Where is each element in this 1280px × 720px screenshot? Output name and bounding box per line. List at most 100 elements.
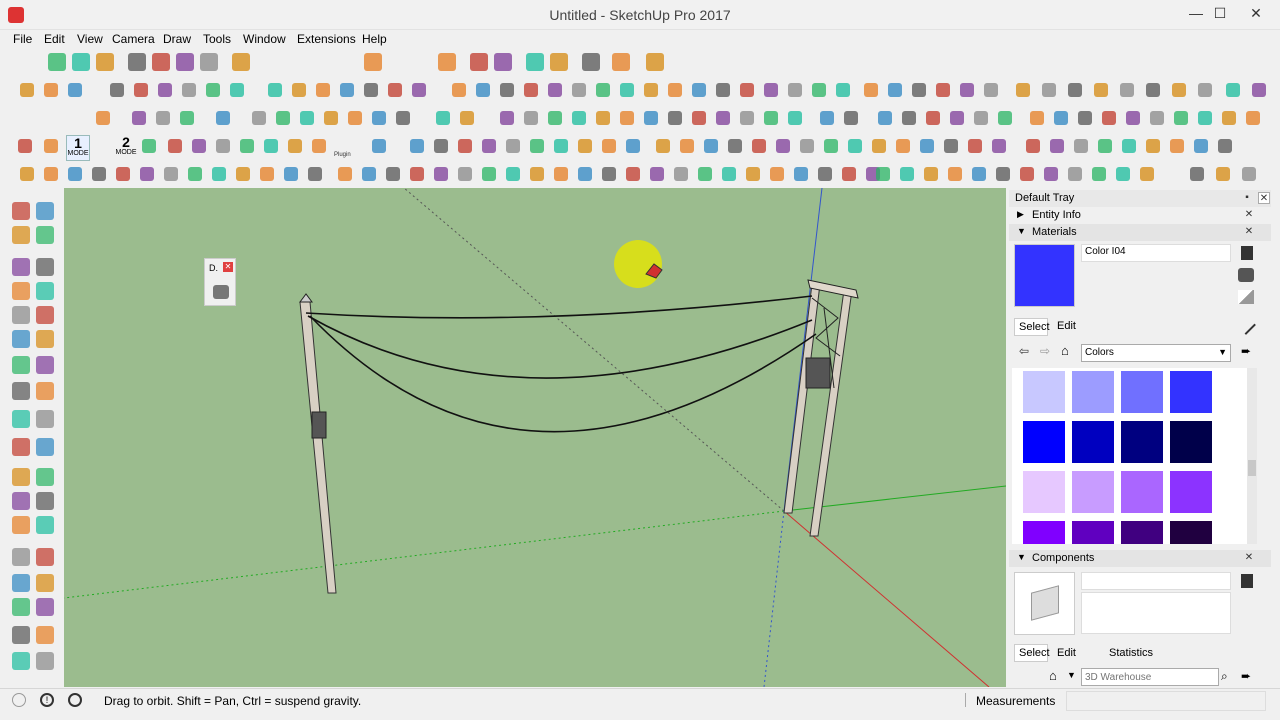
tool-palette-icon[interactable] [36, 226, 54, 244]
tool-button-icon[interactable] [364, 83, 378, 97]
tool-button-icon[interactable] [276, 111, 290, 125]
tool-button-icon[interactable] [96, 111, 110, 125]
tool-button-icon[interactable] [1078, 111, 1092, 125]
menu-extensions[interactable]: Extensions [297, 32, 356, 46]
tool-button-icon[interactable] [582, 53, 600, 71]
components-statistics-tab[interactable]: Statistics [1109, 647, 1153, 659]
tool-button-icon[interactable] [530, 167, 544, 181]
tool-button-icon[interactable] [1020, 167, 1034, 181]
color-swatch[interactable] [1071, 520, 1115, 544]
tool-button-icon[interactable] [1194, 139, 1208, 153]
tool-button-icon[interactable] [788, 111, 802, 125]
tool-button-icon[interactable] [788, 83, 802, 97]
forward-arrow-icon[interactable]: ⇨ [1040, 344, 1050, 358]
tool-button-icon[interactable] [116, 167, 130, 181]
tool-button-icon[interactable] [944, 139, 958, 153]
color-swatch[interactable] [1071, 420, 1115, 464]
tool-button-icon[interactable] [68, 83, 82, 97]
tool-palette-icon[interactable] [36, 574, 54, 592]
tool-button-icon[interactable] [656, 139, 670, 153]
tool-button-icon[interactable] [524, 111, 538, 125]
tool-button-icon[interactable] [644, 83, 658, 97]
tool-button-icon[interactable] [974, 111, 988, 125]
tool-button-icon[interactable] [530, 139, 544, 153]
tool-button-icon[interactable] [1146, 83, 1160, 97]
tool-button-icon[interactable] [388, 83, 402, 97]
tool-button-icon[interactable] [602, 167, 616, 181]
tool-button-icon[interactable] [526, 53, 544, 71]
tool-button-icon[interactable] [1198, 83, 1212, 97]
tool-button-icon[interactable] [668, 111, 682, 125]
tool-button-icon[interactable] [506, 167, 520, 181]
tool-button-icon[interactable] [410, 139, 424, 153]
color-swatch[interactable] [1022, 470, 1066, 514]
tool-button-icon[interactable] [740, 83, 754, 97]
tool-button-icon[interactable] [470, 53, 488, 71]
tool-button-icon[interactable] [452, 83, 466, 97]
tool-button-icon[interactable] [364, 53, 382, 71]
tool-button-icon[interactable] [740, 111, 754, 125]
tool-button-icon[interactable] [142, 139, 156, 153]
tool-button-icon[interactable] [48, 53, 66, 71]
tool-button-icon[interactable] [984, 83, 998, 97]
create-material-icon[interactable] [1241, 246, 1253, 260]
tool-button-icon[interactable] [704, 139, 718, 153]
tool-palette-icon[interactable] [12, 516, 30, 534]
tool-button-icon[interactable] [372, 139, 386, 153]
tool-button-icon[interactable] [1098, 139, 1112, 153]
tool-button-icon[interactable] [128, 53, 146, 71]
tool-palette-icon[interactable] [12, 548, 30, 566]
tool-button-icon[interactable] [620, 111, 634, 125]
tool-button-icon[interactable] [1016, 83, 1030, 97]
tool-button-icon[interactable] [216, 139, 230, 153]
tool-button-icon[interactable] [554, 139, 568, 153]
tool-button-icon[interactable] [950, 111, 964, 125]
tool-button-icon[interactable] [348, 111, 362, 125]
tool-palette-icon[interactable] [12, 468, 30, 486]
tool-button-icon[interactable] [176, 53, 194, 71]
components-close-icon[interactable]: ✕ [1243, 552, 1255, 564]
tool-button-icon[interactable] [912, 83, 926, 97]
tool-button-icon[interactable] [288, 139, 302, 153]
tool-button-icon[interactable] [998, 111, 1012, 125]
tool-button-icon[interactable] [836, 83, 850, 97]
tool-palette-icon[interactable] [36, 516, 54, 534]
tool-button-icon[interactable] [1092, 167, 1106, 181]
color-swatch[interactable] [1120, 370, 1164, 414]
tool-button-icon[interactable] [1122, 139, 1136, 153]
tool-button-icon[interactable] [776, 139, 790, 153]
tool-button-icon[interactable] [1150, 111, 1164, 125]
tool-button-icon[interactable] [236, 167, 250, 181]
tool-button-icon[interactable] [164, 167, 178, 181]
tool-button-icon[interactable] [820, 111, 834, 125]
tool-button-icon[interactable] [692, 111, 706, 125]
tool-button-icon[interactable] [626, 167, 640, 181]
tool-palette-icon[interactable] [12, 202, 30, 220]
tool-button-icon[interactable] [168, 139, 182, 153]
tool-button-icon[interactable] [924, 167, 938, 181]
color-swatch[interactable] [1169, 520, 1213, 544]
tool-button-icon[interactable] [646, 53, 664, 71]
tool-button-icon[interactable] [794, 167, 808, 181]
tool-palette-icon[interactable] [12, 438, 30, 456]
tool-palette-icon[interactable] [12, 574, 30, 592]
tool-button-icon[interactable] [386, 167, 400, 181]
tool-button-icon[interactable] [264, 139, 278, 153]
swatch-scrollbar[interactable] [1247, 368, 1257, 544]
home-icon[interactable]: ⌂ [1049, 668, 1057, 683]
tool-button-icon[interactable] [668, 83, 682, 97]
tool-palette-icon[interactable] [12, 492, 30, 510]
tool-button-icon[interactable] [992, 139, 1006, 153]
tool-button-icon[interactable] [438, 53, 456, 71]
details-arrow-icon[interactable]: ➨ [1241, 669, 1251, 683]
tool-button-icon[interactable] [960, 83, 974, 97]
tool-button-icon[interactable] [158, 83, 172, 97]
tool-button-icon[interactable] [1190, 167, 1204, 181]
mode-2-button[interactable]: 2 MODE [114, 135, 138, 161]
tool-palette-icon[interactable] [36, 306, 54, 324]
search-icon[interactable]: ⌕ [1221, 669, 1228, 684]
tool-button-icon[interactable] [434, 139, 448, 153]
tool-button-icon[interactable] [18, 139, 32, 153]
tool-palette-icon[interactable] [36, 258, 54, 276]
geolocation-icon[interactable] [12, 693, 26, 707]
